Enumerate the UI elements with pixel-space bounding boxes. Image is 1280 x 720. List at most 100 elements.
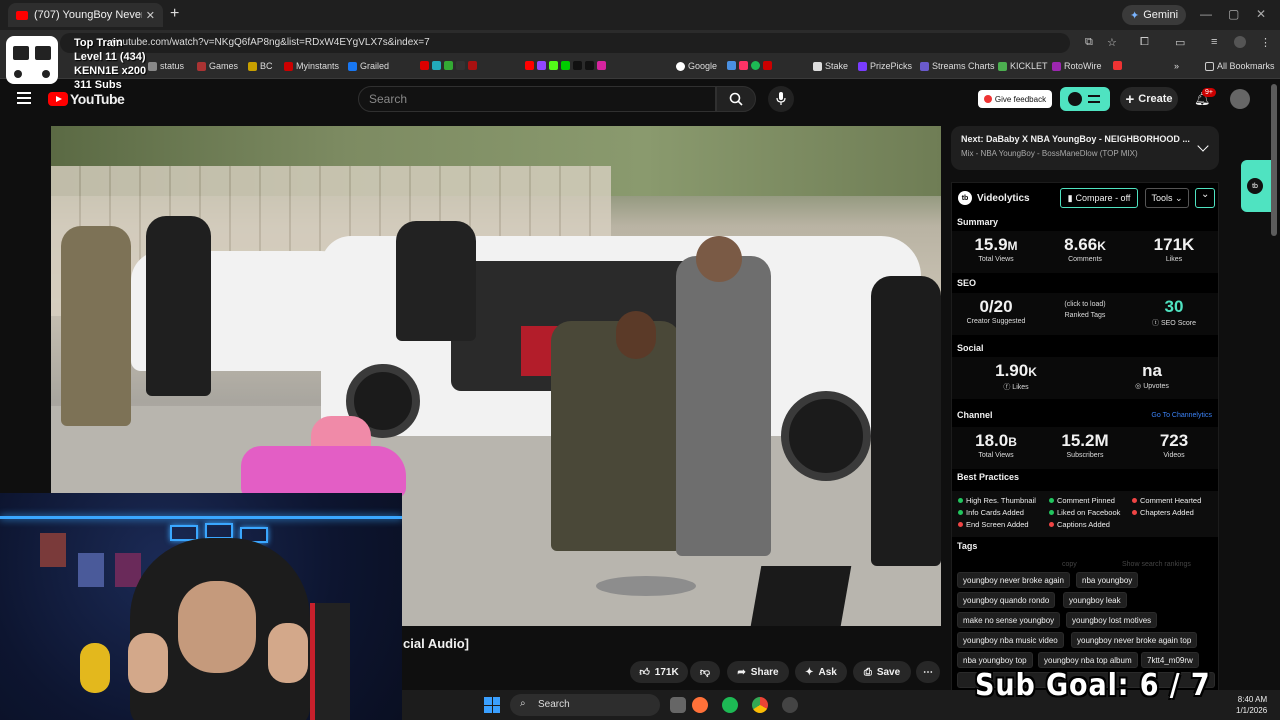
tag-chip[interactable]: youngboy quando rondo [957,592,1056,608]
tag-chip[interactable]: youngboy never broke again [957,572,1070,588]
youtube-logo-text[interactable]: YouTube [70,91,125,107]
tag-chip[interactable]: youngboy never broke again top [1071,632,1198,648]
task-view-icon[interactable] [670,697,686,713]
bookmark-games[interactable]: Games [197,61,238,71]
instagram-icon[interactable] [597,61,606,70]
stat-social-likes: 1.90K ⓕ Likes [995,361,1037,391]
firefox-icon[interactable] [692,697,708,713]
tag-chip[interactable]: youngboy leak [1063,592,1127,608]
tag-chip[interactable]: youngboy nba music video [957,632,1064,648]
stat-ranked-tags[interactable]: (click to load) Ranked Tags [1041,297,1129,319]
chrome-icon[interactable] [752,697,768,713]
copy-tags-button[interactable]: copy [1062,561,1077,568]
youtube-logo-icon[interactable] [48,92,68,106]
tag-chip[interactable]: nba youngboy top [957,652,1033,668]
like-button[interactable]: 👍︎ 171K [630,661,688,683]
tag-chip[interactable]: youngboy lost motives [1066,612,1158,628]
taskbar-clock[interactable]: 8:40 AM 1/1/2026 [1236,694,1267,716]
create-button[interactable]: + Create [1120,87,1178,111]
x-icon[interactable] [585,61,594,70]
app-icon[interactable] [456,61,465,70]
spotify-icon[interactable] [751,61,760,70]
tag-chip[interactable]: youngboy nba top album [1038,652,1138,668]
go-to-channelytics-link[interactable]: Go To Channelytics [1151,412,1212,419]
videolytics-side-tab[interactable]: tb [1241,160,1271,212]
ask-button[interactable]: ✦ Ask [795,661,847,683]
voice-search-button[interactable] [768,86,794,112]
sparkle-icon: ✦ [1130,9,1140,22]
kick-icon[interactable] [549,61,558,70]
bookmark-stake[interactable]: Stake [813,61,848,71]
all-bookmarks[interactable]: All Bookmarks [1205,61,1275,71]
tag-chip[interactable]: nba youngboy [1076,572,1139,588]
install-icon[interactable]: ⧉ [1085,36,1093,49]
spotify-icon[interactable] [722,697,738,713]
tag-chip[interactable]: 7ktt4_m09rw [1141,652,1199,668]
app-icon[interactable] [468,61,477,70]
sub-goal-overlay: Sub Goal: 6 / 7 [975,668,1211,703]
compare-toggle-button[interactable]: ▮ Compare - off [1060,188,1138,208]
browser-tab-youtube[interactable]: (707) YoungBoy Never Bro... ✕ [8,3,163,27]
stream-overlay-top-train: Top Train Level 11 (434) KENN1E x200 311… [6,36,151,92]
barber-chair-base [596,576,696,596]
seo-heading: SEO [957,278,977,288]
app-icon[interactable] [727,61,736,70]
give-feedback-button[interactable]: Give feedback [978,90,1052,108]
bookmark-streams-charts[interactable]: Streams Charts [920,61,995,71]
twitch-icon[interactable] [537,61,546,70]
videolytics-header: tb Videolytics [958,191,1030,205]
person-black-shirt [146,216,211,396]
more-actions-button[interactable]: ⋯ [916,661,940,683]
search-input[interactable]: Search [358,86,716,112]
search-button[interactable] [716,86,756,112]
bookmarks-overflow-icon[interactable]: » [1174,61,1179,71]
account-avatar[interactable] [1230,89,1250,109]
gemini-button[interactable]: ✦ Gemini [1122,5,1187,25]
reading-list-icon[interactable]: ≡ [1211,36,1217,48]
sidepanel-icon[interactable]: ▭ [1175,36,1185,49]
app-icon[interactable] [420,61,429,70]
bookmark-status[interactable]: status [148,61,184,71]
app-icon[interactable] [739,61,748,70]
bookmark-grailed[interactable]: Grailed [348,61,389,71]
maximize-icon[interactable]: ▢ [1228,7,1239,21]
app-icon[interactable] [432,61,441,70]
videolytics-toggle-button[interactable] [1060,87,1110,111]
bookmark-myinstants[interactable]: Myinstants [284,61,339,71]
extensions-icon[interactable]: ⧠ [1140,36,1149,49]
save-button[interactable]: ⎙ Save [853,661,911,683]
share-button[interactable]: ➦ Share [727,661,789,683]
app-icon[interactable] [763,61,772,70]
next-up-card[interactable]: Next: DaBaby X NBA YoungBoy - NEIGHBORHO… [951,126,1219,170]
hamburger-menu-icon[interactable] [17,92,31,104]
browser-menu-icon[interactable]: ⋮ [1260,36,1271,49]
profile-avatar-icon[interactable] [1234,36,1246,48]
dislike-button[interactable]: 👎︎ [690,661,720,683]
bookmark-kicklet[interactable]: KICKLET [998,61,1048,71]
bookmark-star-icon[interactable]: ☆ [1107,36,1117,49]
kick-icon[interactable] [561,61,570,70]
tab-close-icon[interactable]: ✕ [146,9,155,22]
windows-start-icon[interactable] [484,697,500,713]
taskbar-search[interactable]: ⌕ Search [510,694,660,716]
page-scrollbar[interactable] [1271,84,1277,236]
tag-chip[interactable]: make no sense youngboy [957,612,1061,628]
tiktok-icon[interactable] [573,61,582,70]
app-icon[interactable] [782,697,798,713]
bookmark-bc[interactable]: BC [248,61,273,71]
url-field[interactable]: youtube.com/watch?v=NKgQ6fAP8ng&list=RDx… [60,33,1070,53]
app-icon[interactable] [444,61,453,70]
bookmark-rotowire[interactable]: RotoWire [1052,61,1102,71]
show-rankings-button[interactable]: Show search rankings [1122,561,1191,568]
new-tab-button[interactable]: + [170,5,179,23]
panel-collapse-button[interactable]: ⌄ [1195,188,1215,208]
tools-dropdown[interactable]: Tools ⌄ [1145,188,1189,208]
close-window-icon[interactable]: ✕ [1256,7,1266,21]
social-stats: 1.90K ⓕ Likes na ◎ Upvotes [952,357,1218,399]
bookmark-prizepicks[interactable]: PrizePicks [858,61,912,71]
bookmark-google[interactable]: Google [676,61,717,71]
minimize-icon[interactable]: — [1200,7,1212,21]
youtube-icon[interactable] [525,61,534,70]
thumbs-down-icon: 👎︎ [699,667,711,678]
bookmark-s[interactable] [1113,61,1122,70]
